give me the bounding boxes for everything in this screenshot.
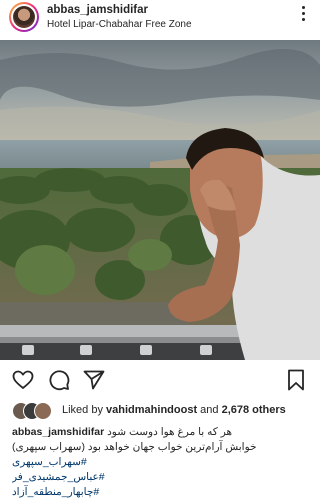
caption-line-1: هر که با مرغ هوا دوست شود xyxy=(107,426,233,438)
post-username[interactable]: abbas_jamshidifar xyxy=(47,4,148,16)
comment-icon[interactable] xyxy=(47,368,73,394)
hashtag[interactable]: #چابهار_منطقه_آزاد xyxy=(12,485,308,500)
more-vertical-icon[interactable] xyxy=(300,6,306,26)
likes-count[interactable]: 2,678 others xyxy=(222,404,286,416)
caption-username[interactable]: abbas_jamshidifar xyxy=(12,426,104,438)
post-caption: abbas_jamshidifar هر که با مرغ هوا دوست … xyxy=(12,425,308,500)
send-icon[interactable] xyxy=(82,368,108,394)
caption-line-2: خوابش آرام‌ترین خواب جهان خواهد بود (سهر… xyxy=(12,441,257,453)
bookmark-icon[interactable] xyxy=(284,368,310,394)
liked-by-user[interactable]: vahidmahindoost xyxy=(106,404,197,416)
post-photo[interactable] xyxy=(0,40,320,360)
post-header: abbas_jamshidifar Hotel Lipar-Chabahar F… xyxy=(0,0,320,38)
hashtag[interactable]: #عباس_جمشیدی_فر xyxy=(12,470,308,485)
avatar[interactable] xyxy=(9,2,39,32)
liked-by-prefix: Liked by xyxy=(62,404,103,416)
hashtag[interactable]: #سهراب_سپهری xyxy=(12,455,308,470)
likes-row: Liked by vahidmahindoost and 2,678 other… xyxy=(12,402,312,420)
heart-icon[interactable] xyxy=(11,368,37,394)
action-bar xyxy=(0,368,320,394)
liker-avatars[interactable] xyxy=(12,402,56,420)
liked-by-text: Liked by vahidmahindoost and 2,678 other… xyxy=(62,404,286,416)
post-location[interactable]: Hotel Lipar-Chabahar Free Zone xyxy=(47,19,192,30)
liked-by-and: and xyxy=(200,404,219,416)
